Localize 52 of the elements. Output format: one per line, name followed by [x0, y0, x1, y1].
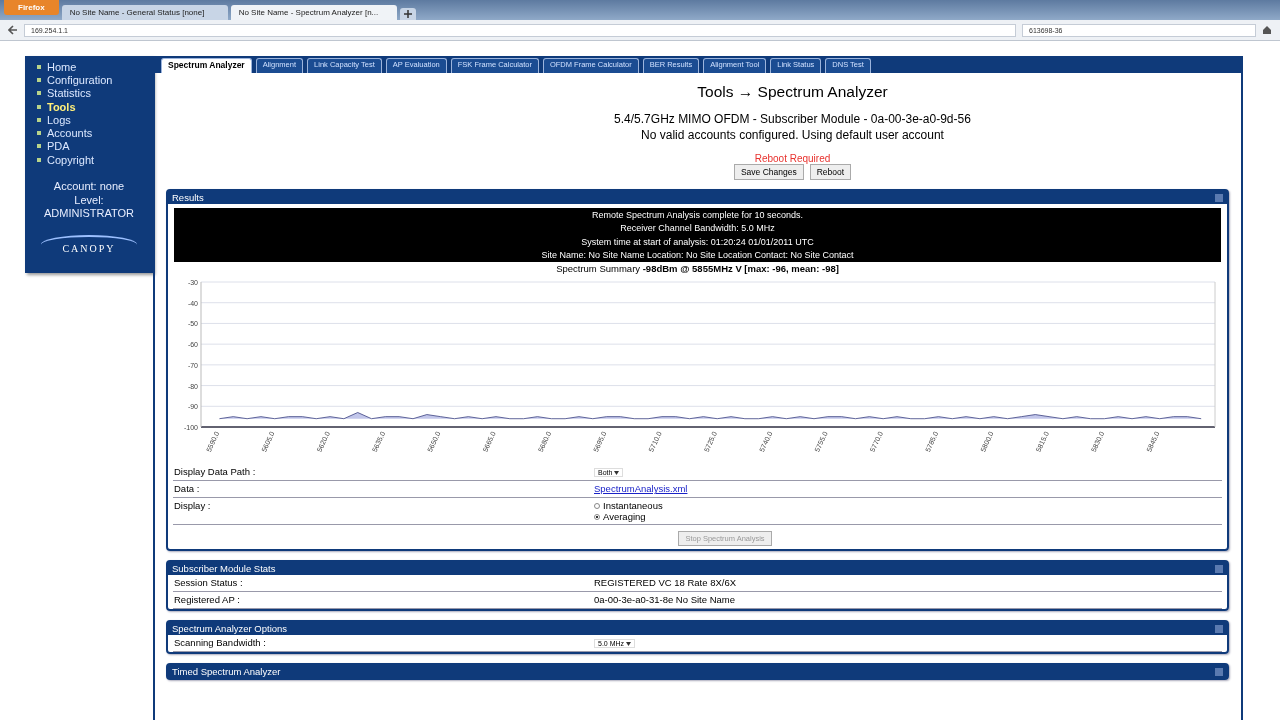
- info-line: System time at start of analysis: 01:20:24 01/01/2011 UTC: [580, 235, 815, 249]
- home-icon[interactable]: [1262, 25, 1272, 35]
- logo: CANOPY: [41, 234, 137, 254]
- collapse-icon[interactable]: [1215, 624, 1223, 633]
- row-value: 0a-00-3e-a0-31-8e No Site Name: [594, 594, 735, 606]
- device-label: 5.4/5.7GHz MIMO OFDM - Subscriber Module - 0a-00-3e-a0-9d-56: [614, 111, 971, 127]
- action-button[interactable]: Save Changes: [733, 164, 804, 180]
- sidebar-link[interactable]: Configuration: [47, 73, 113, 86]
- browser-tab[interactable]: No Site Name - General Status [none]: [61, 5, 228, 20]
- sidebar-link[interactable]: PDA: [47, 140, 70, 153]
- panel-title: Spectrum Analyzer Options: [172, 623, 288, 635]
- radio-label: Instantaneous: [603, 500, 663, 512]
- account-label: Account: none: [52, 180, 126, 194]
- file-link[interactable]: SpectrumAnalysis.xml: [594, 483, 688, 495]
- row-label: Data :: [174, 483, 201, 496]
- panel-title: Results: [172, 192, 204, 203]
- level-label: Level:: [73, 193, 105, 208]
- sidebar-link[interactable]: Accounts: [47, 127, 93, 140]
- row-label: Scanning Bandwidth :: [174, 637, 267, 650]
- collapse-icon[interactable]: [1215, 667, 1223, 676]
- role-label: ADMINISTRATOR: [42, 207, 135, 221]
- sidebar-link[interactable]: Logs: [47, 113, 71, 126]
- row-label: Display Data Path :: [174, 466, 257, 479]
- spectrum-summary: Spectrum Summary -98dBm @ 5855MHz V [max: -96, mean: -98]: [556, 263, 839, 275]
- info-line: Site Name: No Site Name Location: No Site Location Contact: No Site Contact: [540, 248, 855, 262]
- tab[interactable]: Spectrum Analyzer: [161, 58, 252, 73]
- action-button[interactable]: Reboot: [809, 164, 852, 180]
- info-line: Remote Spectrum Analysis complete for 10 seconds.: [590, 209, 805, 222]
- radio-label: Averaging: [603, 511, 646, 523]
- row-label: Session Status :: [174, 577, 244, 590]
- page-title: Tools → Spectrum Analyzer: [697, 83, 888, 101]
- sidebar-link[interactable]: Statistics: [47, 87, 91, 100]
- new-tab-button[interactable]: [399, 8, 416, 20]
- caret-icon: [614, 471, 620, 476]
- back-icon[interactable]: [8, 25, 18, 35]
- sidebar-link[interactable]: Copyright: [47, 153, 95, 166]
- panel-title: Timed Spectrum Analyzer: [172, 666, 281, 678]
- row-label: Display :: [174, 500, 212, 514]
- row-value: REGISTERED VC 18 Rate 8X/6X: [594, 577, 737, 589]
- info-line: Receiver Channel Bandwidth: 5.0 MHz: [619, 222, 776, 236]
- collapse-icon[interactable]: [1215, 193, 1223, 202]
- radio-button[interactable]: [594, 513, 600, 520]
- account-note: No valid accounts configured. Using default user account: [641, 127, 944, 143]
- row-label: Registered AP :: [174, 594, 241, 607]
- browser-tab[interactable]: No Site Name - Spectrum Analyzer [n...: [230, 5, 397, 20]
- plus-icon: [403, 10, 412, 18]
- sidebar-link[interactable]: Home: [47, 60, 77, 73]
- reboot-warning: Reboot Required: [754, 153, 831, 164]
- sidebar-link[interactable]: Tools: [47, 100, 76, 113]
- collapse-icon[interactable]: [1215, 564, 1223, 573]
- panel-title: Subscriber Module Stats: [172, 563, 276, 575]
- caret-icon: [626, 642, 631, 647]
